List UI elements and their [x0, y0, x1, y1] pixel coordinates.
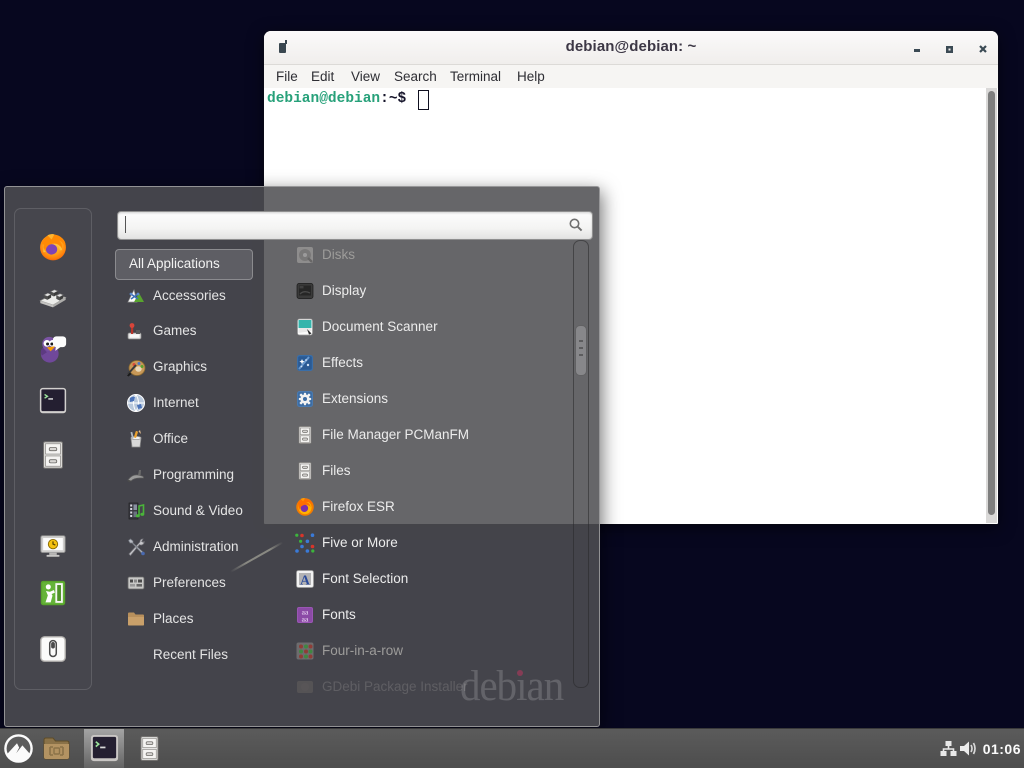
svg-text:A: A — [300, 573, 310, 588]
svg-text:aa: aa — [302, 615, 309, 624]
